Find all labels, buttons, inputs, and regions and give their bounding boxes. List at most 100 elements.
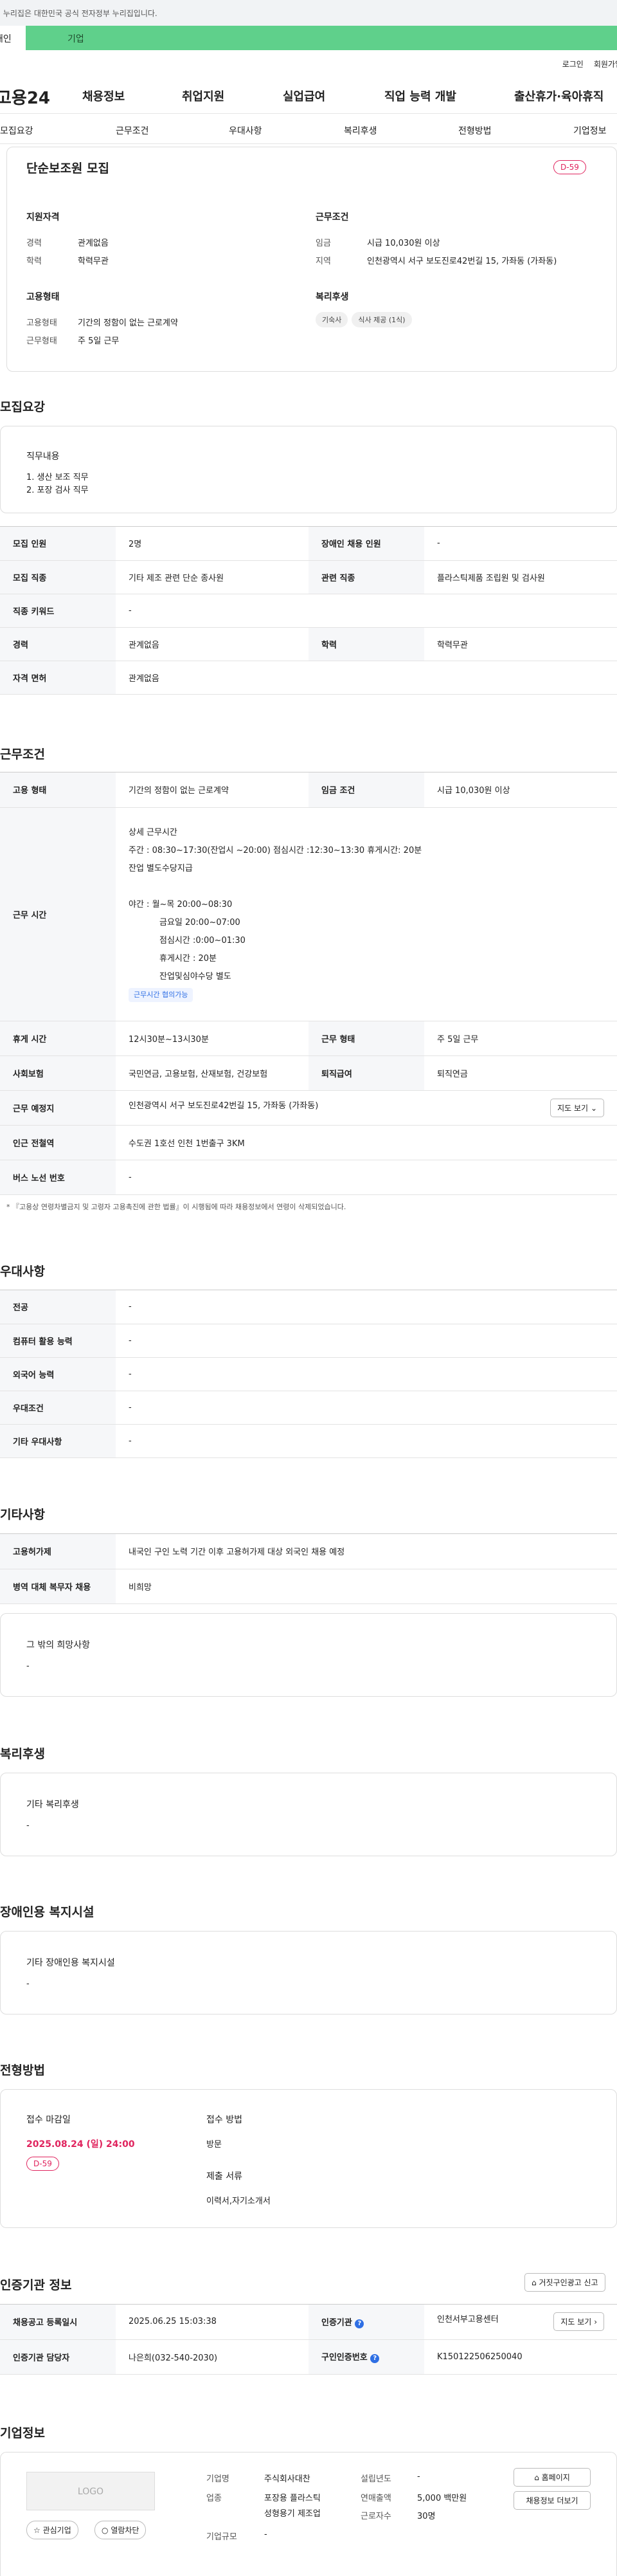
emp-type-label: 고용형태 (26, 318, 57, 328)
age-notice: * 『고용상 연령차별금지 및 고령자 고용촉진에 관한 법률』이 시행됨에 따… (6, 1202, 346, 1211)
cond-bus-value: - (116, 1160, 617, 1195)
company-employees-label: 근로자수 (361, 2512, 391, 2521)
org-map-button[interactable]: 지도 보기 › (553, 2312, 604, 2332)
cert-no-label-cell: 구인인증번호 ? (308, 2339, 424, 2375)
company-year-label: 설립년도 (361, 2474, 391, 2484)
career-value: 관계없음 (116, 627, 308, 661)
gnb-menu-training[interactable]: 직업 능력 개발 (384, 87, 456, 104)
qual-career-value: 관계없음 (78, 239, 109, 248)
emp-form-label: 근무형태 (26, 336, 57, 346)
pref-language-label: 외국어 능력 (0, 1357, 116, 1391)
subnav-preference[interactable]: 우대사항 (229, 124, 262, 137)
work-title: 근무조건 (316, 212, 349, 223)
user-type-tabs: 개인 기업 (0, 26, 617, 50)
cond-place-label: 근무 예정지 (0, 1090, 116, 1126)
subnav-welfare[interactable]: 복리후생 (344, 124, 377, 137)
report-button-label: 거짓구인광고 신고 (539, 2278, 598, 2287)
work-region-value: 인천광역시 서구 보도진로42번길 15, 가좌동 (가좌동) (367, 257, 557, 266)
time-negotiable-chip: 근무시간 협의가능 (129, 988, 193, 1002)
more-jobs-button[interactable]: 채용정보 더보기 (514, 2491, 591, 2510)
job-keyword-value: - (116, 594, 617, 628)
tab-personal[interactable]: 개인 (0, 26, 26, 50)
cert-org-value: 인천서부고용센터 (437, 2315, 499, 2325)
disability-card: 기타 장애인용 복지시설 - (0, 1931, 617, 2014)
process-dday-badge: D-59 (26, 2157, 59, 2171)
cond-insurance-value: 국민연금, 고용보험, 산재보험, 건강보험 (116, 1055, 308, 1091)
block-view-label: 열람차단 (111, 2526, 139, 2535)
cond-time-line-4: 야간 : 월~목 20:00~08:30 (129, 900, 233, 909)
cond-retire-value: 퇴직연금 (424, 1055, 617, 1091)
favorite-company-button[interactable]: ☆ 관심기업 (26, 2521, 78, 2539)
emp-type-value: 기간의 정함이 없는 근로계약 (78, 318, 178, 328)
homepage-button[interactable]: ⌂ 홈페이지 (514, 2468, 591, 2487)
etc-table: 고용허가제 내국인 구인 노력 기간 이후 고용허가제 대상 외국인 채용 예정 … (0, 1533, 617, 1604)
company-employees-value: 30명 (417, 2512, 436, 2521)
related-job-label: 관련 직종 (308, 560, 424, 594)
cond-time-line-5: 금요일 20:00~07:00 (159, 918, 240, 927)
benefit-card: 기타 복리후생 - (0, 1773, 617, 1856)
qual-title: 지원자격 (26, 212, 60, 223)
duty-title: 직무내용 (26, 452, 60, 462)
pref-etc-label: 기타 우대사항 (0, 1424, 116, 1458)
cond-subway-label: 인근 전철역 (0, 1125, 116, 1160)
license-value: 관계없음 (116, 661, 617, 695)
company-industry-label: 업종 (206, 2494, 222, 2503)
cond-time-spacer (129, 878, 604, 896)
cond-rest-value: 12시30분~13시30분 (116, 1021, 308, 1056)
company-size-value: - (264, 2530, 267, 2539)
signup-link[interactable]: 회원가입 (594, 60, 617, 69)
duty-line-1: 1. 생산 보조 직무 (26, 473, 89, 482)
conditions-table: 고용 형태 기간의 정함이 없는 근로계약 임금 조건 시급 10,030원 이상 근… (0, 772, 617, 1212)
gnb-menu-benefit[interactable]: 실업급여 (283, 87, 325, 104)
pref-etc-value: - (116, 1424, 617, 1458)
license-label: 자격 면허 (0, 661, 116, 695)
summary-card: 단순보조원 모집 D-59 지원자격 경력 관계없음 학력 학력무관 근무조건 … (6, 147, 617, 372)
place-map-button[interactable]: 지도 보기 ⌄ (550, 1098, 604, 1117)
cond-emp-type-label: 고용 형태 (0, 772, 116, 808)
subnav-process[interactable]: 전형방법 (458, 124, 492, 137)
subnav-recruit[interactable]: 모집요강 (0, 124, 33, 137)
help-icon[interactable]: ? (355, 2319, 364, 2328)
gnb-menu-support[interactable]: 취업지원 (182, 87, 224, 104)
block-view-button[interactable]: ○ 열람차단 (94, 2521, 147, 2539)
dday-badge: D-59 (553, 160, 586, 174)
recruit-job-value: 기타 제조 관련 단순 종사원 (116, 560, 308, 594)
site-logo[interactable]: 고용24 (0, 85, 93, 109)
gnb-menu-jobs[interactable]: 채용정보 (82, 87, 125, 104)
tab-enterprise[interactable]: 기업 (26, 26, 617, 50)
cond-time-cell: 상세 근무시간 주간 : 08:30~17:30(잔업시 ~20:00) 점심시… (116, 807, 617, 1021)
gnb-menu-leave[interactable]: 출산휴가·육아휴직 (514, 87, 604, 104)
method-value: 방문 (206, 2140, 222, 2150)
education-label: 학력 (308, 627, 424, 661)
gov-banner-text: 이 누리집은 대한민국 공식 전자정부 누리집입니다. (0, 9, 157, 18)
login-link[interactable]: 로그인 (562, 60, 584, 69)
chevron-down-icon: ⌄ (590, 1103, 597, 1113)
etc-heading: 기타사항 (0, 1508, 45, 1522)
job-keyword-label: 직종 키워드 (0, 594, 116, 628)
company-industry-value-2: 성형용기 제조업 (264, 2509, 321, 2519)
cond-time-title: 상세 근무시간 (129, 828, 177, 837)
job-title: 단순보조원 모집 (26, 161, 109, 176)
subnav-company[interactable]: 기업정보 (573, 124, 607, 137)
pref-language-value: - (116, 1357, 617, 1391)
disability-heading: 장애인용 복지시설 (0, 1905, 94, 1919)
tab-personal-label: 개인 (0, 34, 12, 44)
docs-value: 이력서,자기소개서 (206, 2197, 271, 2206)
work-region-label: 지역 (316, 257, 331, 266)
company-logo-text: LOGO (77, 2487, 104, 2497)
benefit-sub: 기타 복리후생 (26, 1800, 79, 1810)
subnav-conditions[interactable]: 근무조건 (116, 124, 149, 137)
cond-insurance-label: 사회보험 (0, 1055, 116, 1091)
cert-org-label-cell: 인증기관 ? (308, 2305, 424, 2340)
pref-computer-value: - (116, 1324, 617, 1358)
emp-title: 고용형태 (26, 292, 60, 302)
report-button[interactable]: ⌂ 거짓구인광고 신고 (524, 2273, 605, 2292)
reg-date-label: 채용공고 등록일시 (0, 2305, 116, 2340)
company-industry-value-1: 포장용 플라스틱 (264, 2494, 321, 2503)
recruit-job-label: 모집 직종 (0, 560, 116, 594)
qual-career-label: 경력 (26, 239, 42, 248)
benefit-value: - (26, 1821, 30, 1831)
help-icon[interactable]: ? (370, 2354, 380, 2363)
company-logo: LOGO (26, 2472, 155, 2510)
hope-title: 그 밖의 희망사항 (26, 1640, 91, 1650)
